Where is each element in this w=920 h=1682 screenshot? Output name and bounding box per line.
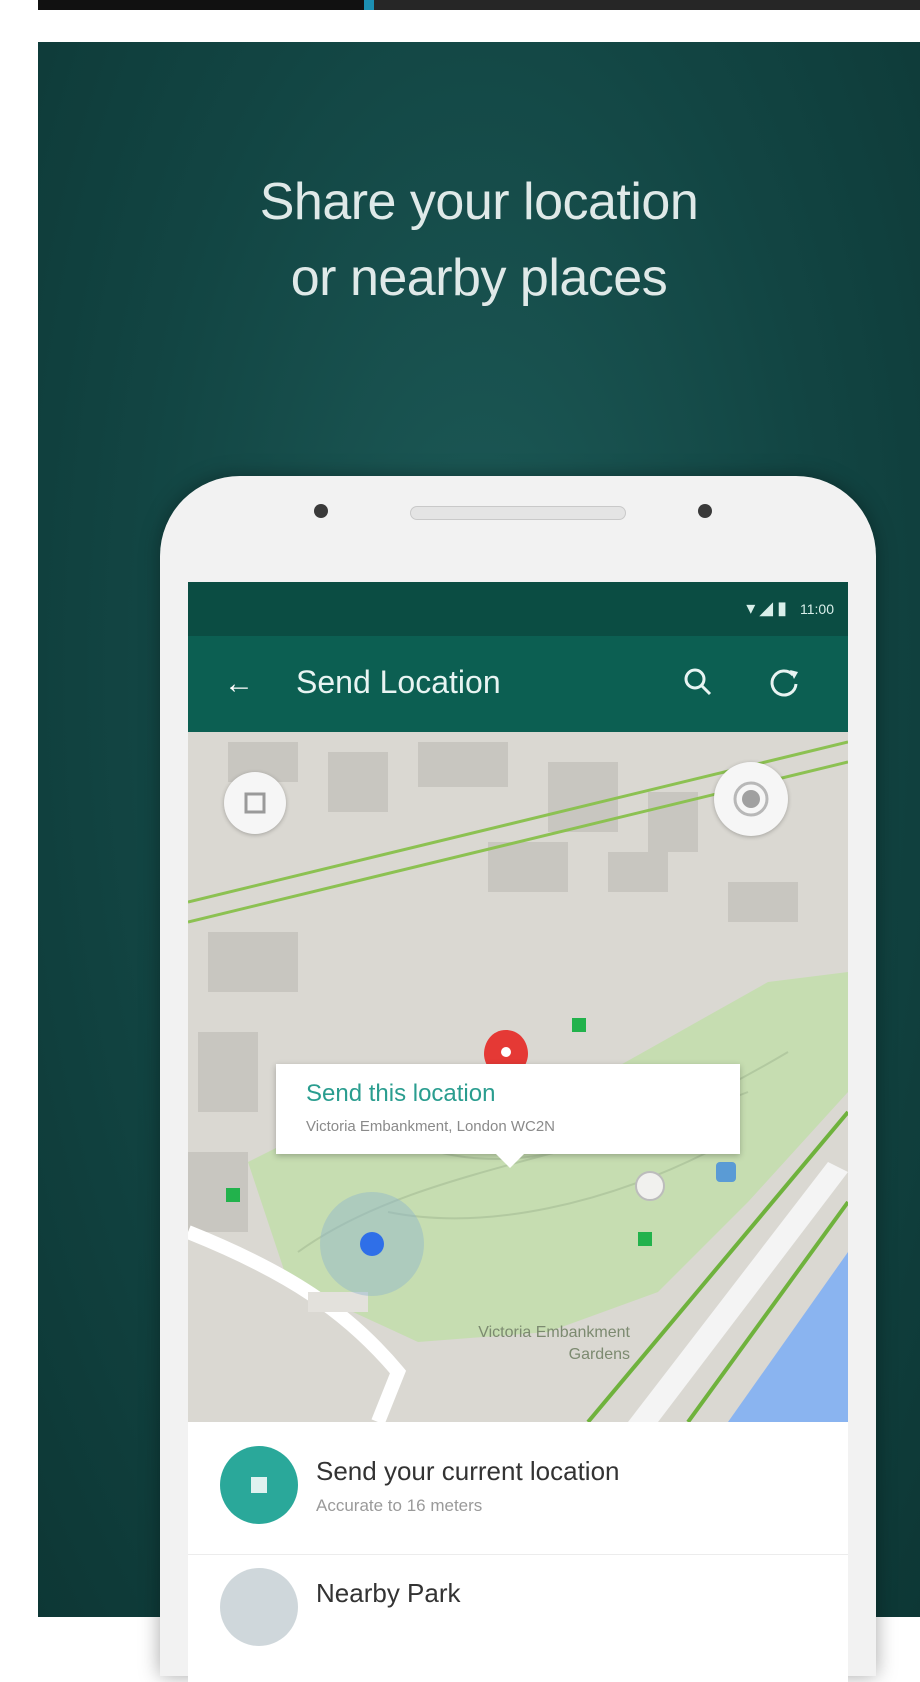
top-strip (38, 0, 920, 10)
callout-address: Victoria Embankment, London WC2N (306, 1118, 556, 1135)
callout-title: Send this location (306, 1080, 496, 1107)
phone-screen: ▾◢▮ 11:00 ← Send Location Send this loca… (188, 582, 848, 1682)
layers-icon[interactable] (224, 772, 286, 834)
phone-frame: ▾◢▮ 11:00 ← Send Location Send this loca… (160, 476, 876, 1682)
park-label-line-2: Gardens (568, 1346, 630, 1363)
list-item-current-location[interactable]: Send your current location Accurate to 1… (188, 1444, 848, 1555)
search-icon[interactable] (676, 660, 720, 704)
promo-headline: Share your location or nearby places (38, 164, 920, 316)
top-strip-accent (364, 0, 374, 10)
my-location-icon[interactable] (714, 762, 788, 836)
earpiece-speaker (410, 506, 626, 520)
arrow-back-icon[interactable]: ← (224, 666, 254, 702)
front-camera-icon (314, 504, 328, 518)
send-this-location-callout[interactable]: Send this location Victoria Embankment, … (276, 1064, 740, 1168)
status-icons: ▾◢▮ 11:00 (746, 598, 834, 619)
status-bar: ▾◢▮ 11:00 (188, 582, 848, 636)
map-view[interactable]: Send this location Victoria Embankment, … (188, 732, 848, 1422)
proximity-sensor-icon (698, 504, 712, 518)
location-target-icon (220, 1446, 298, 1524)
list-item-nearby-place[interactable]: Nearby Park (188, 1566, 848, 1676)
toolbar-title: Send Location (296, 664, 501, 700)
list-item-subtitle: Accurate to 16 meters (316, 1496, 483, 1515)
battery-icon: ▮ (777, 598, 791, 618)
headline-line-2: or nearby places (290, 249, 668, 307)
place-icon (220, 1568, 298, 1646)
promo-screenshot: Share your location or nearby places ▾◢▮… (38, 42, 920, 1682)
park-label: Victoria Embankment Gardens (410, 1322, 630, 1366)
list-item-title: Send your current location (316, 1456, 620, 1486)
top-strip-dark (38, 0, 364, 10)
status-time: 11:00 (800, 601, 834, 617)
wifi-icon: ▾ (746, 598, 760, 618)
list-item-title: Nearby Park (316, 1578, 461, 1608)
refresh-icon[interactable] (762, 660, 806, 704)
signal-icon: ◢ (759, 598, 778, 618)
app-toolbar: ← Send Location (188, 636, 848, 732)
headline-line-1: Share your location (259, 173, 699, 231)
park-label-line-1: Victoria Embankment (478, 1324, 630, 1341)
location-list: Send your current location Accurate to 1… (188, 1422, 848, 1682)
